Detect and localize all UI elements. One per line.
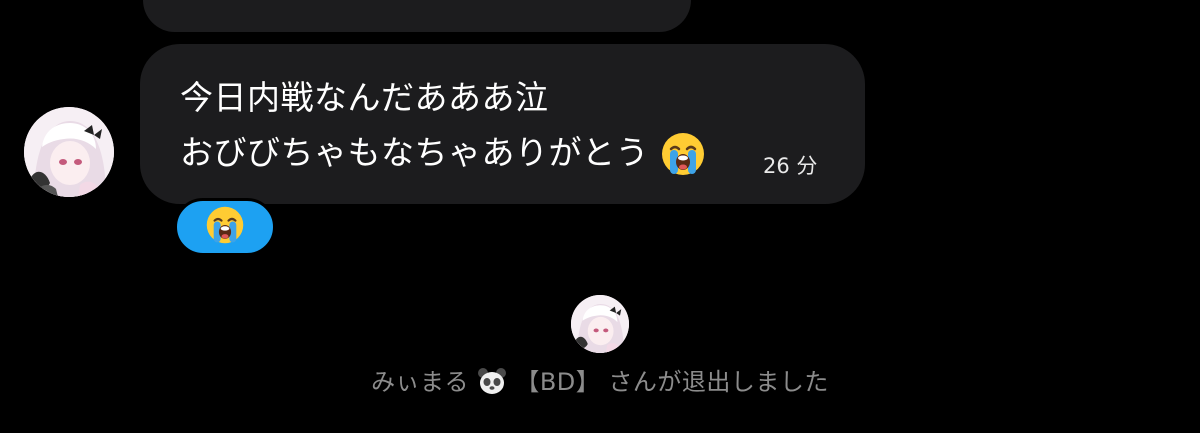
message-text-line-2-text: おびびちゃもなちゃありがとう (180, 133, 649, 172)
previous-message-bubble[interactable] (143, 0, 691, 32)
system-message-name: みぃまる (371, 368, 470, 396)
message-bubble[interactable]: 今日内戦なんだあああ泣 おびびちゃもなちゃありがとう 26 分 (140, 44, 865, 204)
left-user-avatar[interactable] (571, 295, 629, 353)
loudly-crying-face-icon (205, 205, 245, 249)
system-message: みぃまる 【BD】 さんが退出しました (0, 362, 1200, 397)
message-text-line-2: おびびちゃもなちゃありがとう (180, 131, 706, 178)
message-text-line-1: 今日内戦なんだあああ泣 (180, 78, 549, 117)
loudly-crying-face-icon (660, 131, 706, 178)
panda-face-icon (477, 368, 515, 396)
system-message-text: 【BD】 さんが退出しました (515, 368, 829, 396)
sender-avatar[interactable] (24, 107, 114, 197)
message-timestamp: 26 分 (763, 154, 818, 178)
reaction-badge[interactable] (174, 198, 276, 256)
